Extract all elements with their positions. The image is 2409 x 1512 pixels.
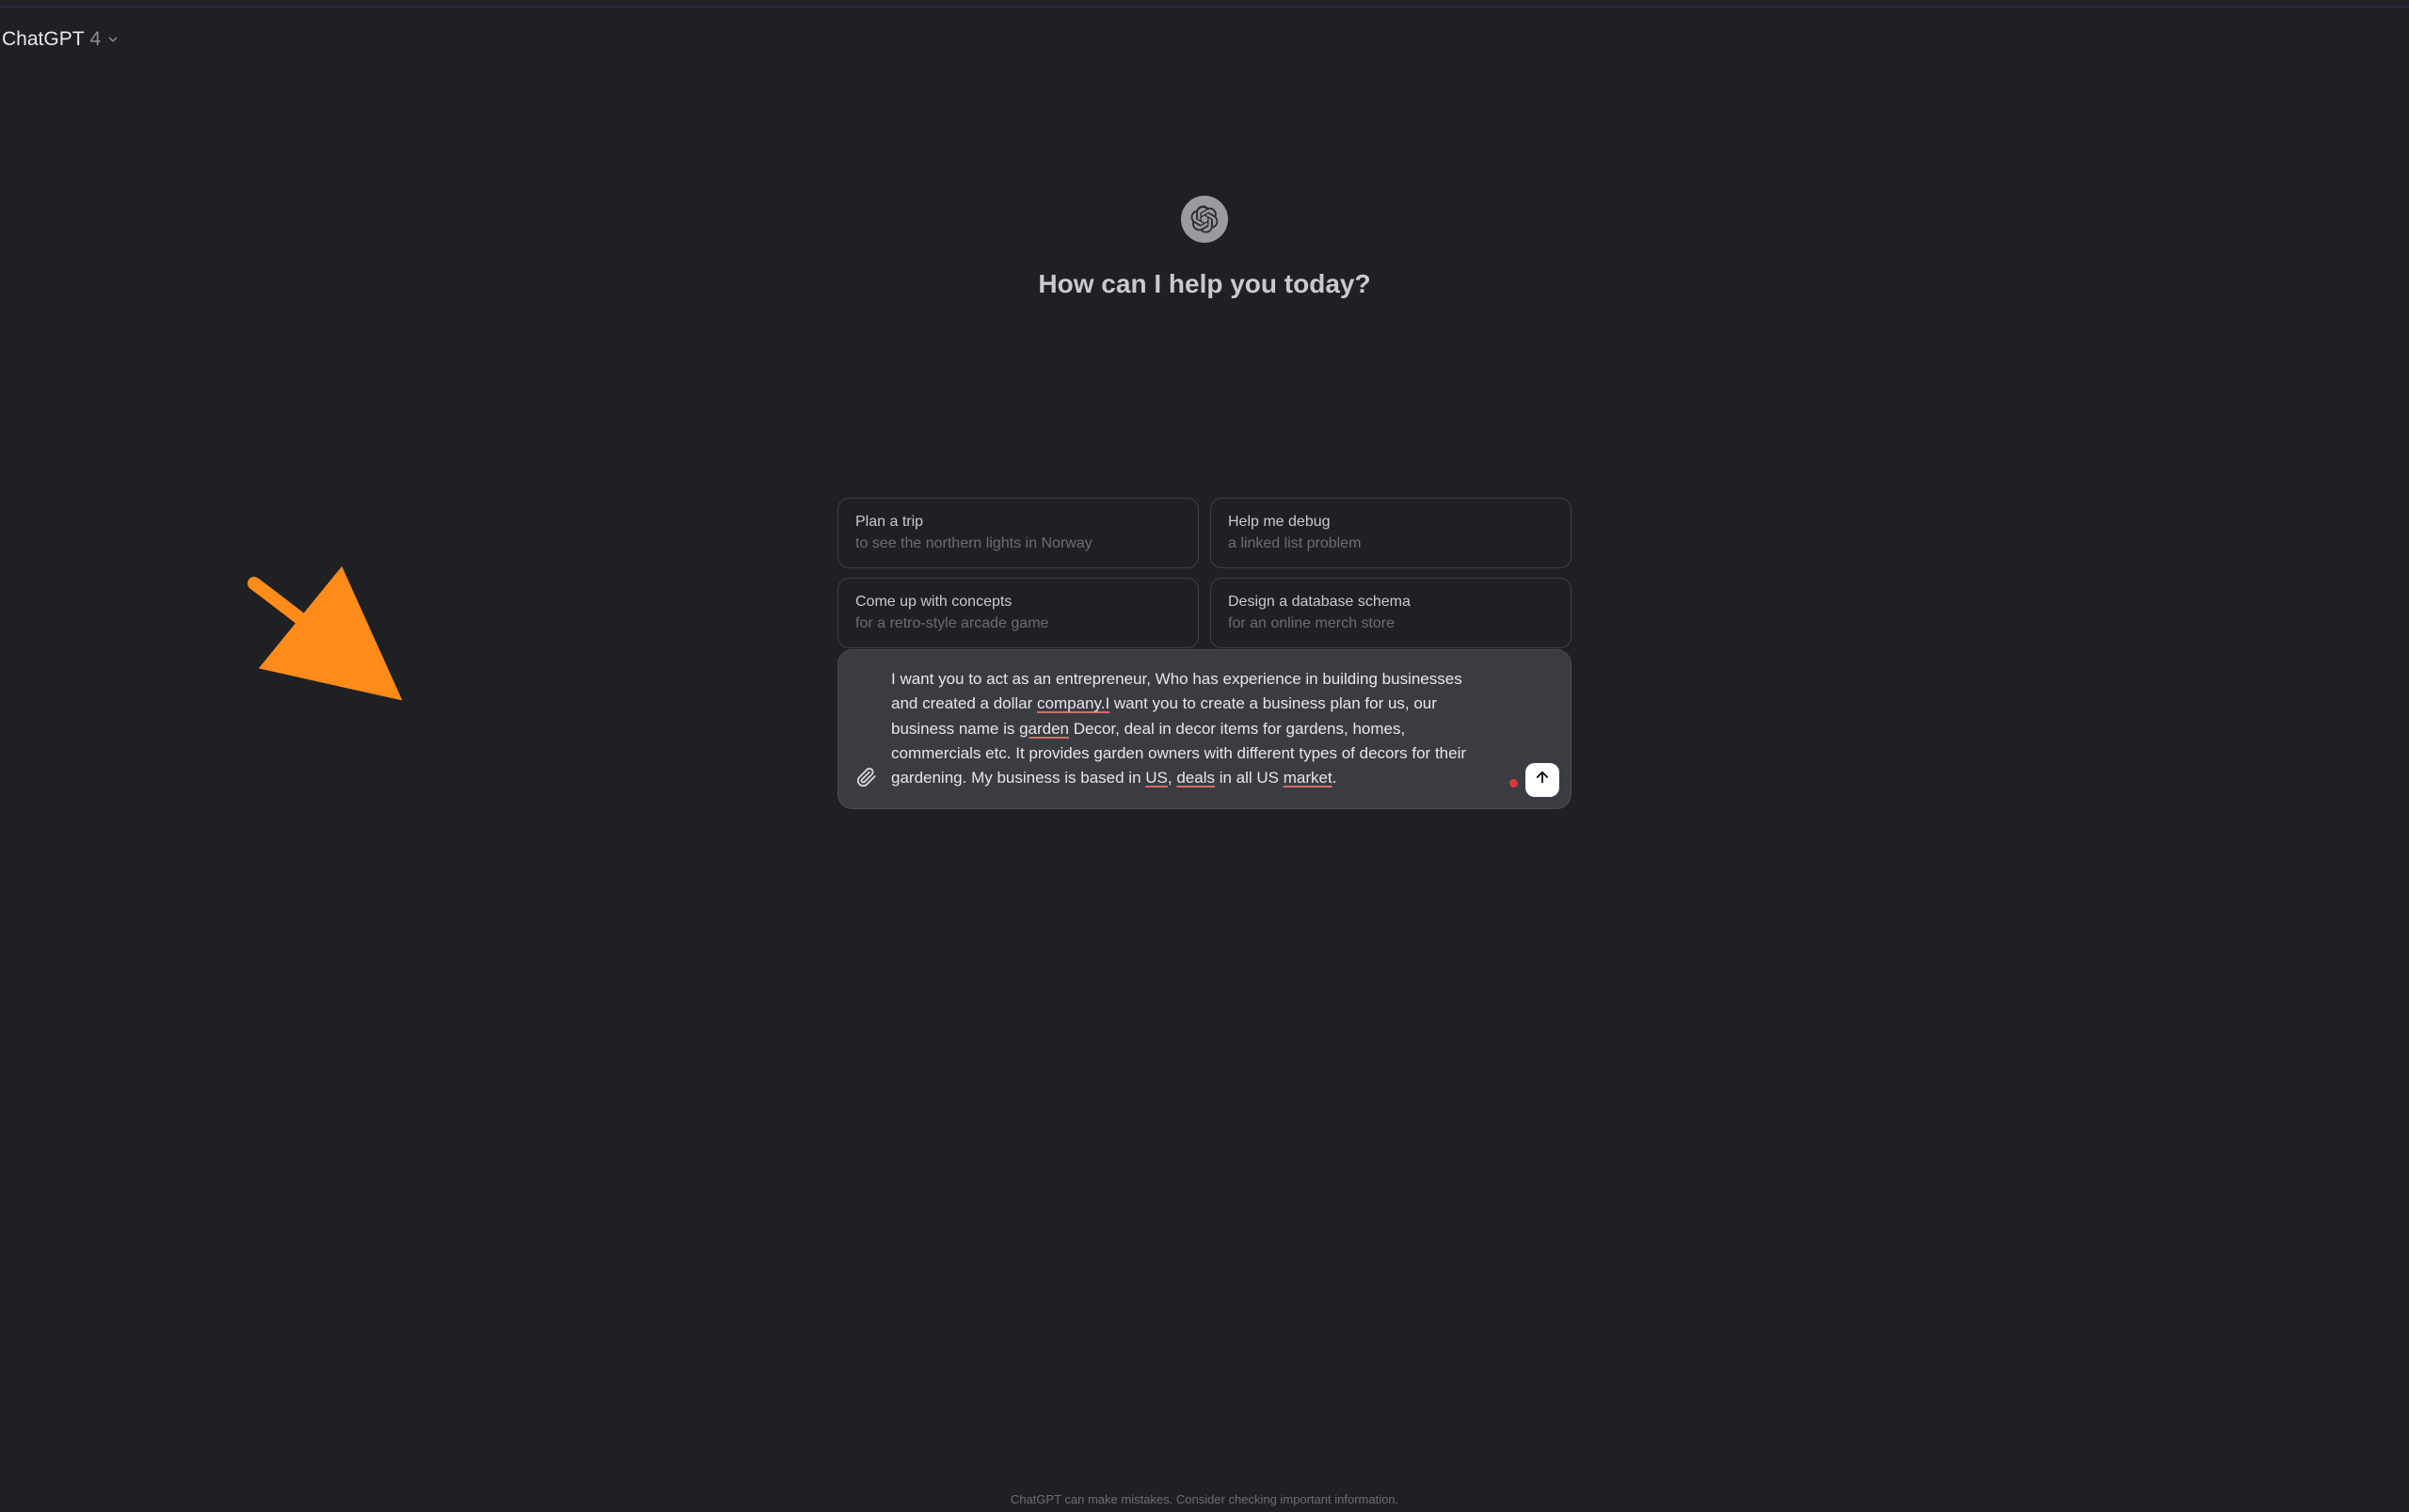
- paperclip-icon: [856, 767, 877, 792]
- prompt-text-segment: in all US: [1215, 769, 1284, 787]
- model-name: ChatGPT: [2, 28, 85, 51]
- prompt-text-segment: ,: [1168, 769, 1176, 787]
- hero-title: How can I help you today?: [1038, 269, 1370, 299]
- suggestion-title: Design a database schema: [1228, 592, 1554, 613]
- annotation-arrow-icon: [245, 574, 395, 696]
- prompt-input[interactable]: I want you to act as an entrepreneur, Wh…: [838, 649, 1571, 809]
- suggestion-card[interactable]: Help me debug a linked list problem: [1210, 498, 1571, 568]
- arrow-up-icon: [1534, 769, 1551, 790]
- spellcheck-underline: deals: [1176, 769, 1215, 787]
- send-button[interactable]: [1525, 763, 1559, 797]
- spellcheck-underline: garden: [1019, 720, 1069, 738]
- suggestion-subtitle: to see the northern lights in Norway: [855, 533, 1181, 554]
- suggestion-title: Come up with concepts: [855, 592, 1181, 613]
- hero: How can I help you today?: [0, 196, 2409, 299]
- model-selector[interactable]: ChatGPT 4: [0, 23, 129, 56]
- spellcheck-underline: US: [1145, 769, 1168, 787]
- spellcheck-underline: market: [1284, 769, 1332, 787]
- attach-button[interactable]: [852, 765, 882, 795]
- spellcheck-underline: company.I: [1037, 694, 1109, 712]
- suggestion-subtitle: for an online merch store: [1228, 613, 1554, 634]
- suggestion-grid: Plan a trip to see the northern lights i…: [838, 498, 1571, 648]
- prompt-text-segment: .: [1332, 769, 1337, 787]
- suggestion-card[interactable]: Plan a trip to see the northern lights i…: [838, 498, 1199, 568]
- chatgpt-logo-icon: [1181, 196, 1228, 243]
- window-top-accent: [0, 6, 2409, 8]
- model-version: 4: [90, 28, 102, 51]
- suggestion-title: Help me debug: [1228, 512, 1554, 533]
- prompt-text: I want you to act as an entrepreneur, Wh…: [891, 667, 1488, 791]
- suggestion-subtitle: a linked list problem: [1228, 533, 1554, 554]
- suggestion-card[interactable]: Come up with concepts for a retro-style …: [838, 578, 1199, 648]
- recording-indicator-icon: [1509, 779, 1518, 788]
- suggestion-card[interactable]: Design a database schema for an online m…: [1210, 578, 1571, 648]
- suggestion-title: Plan a trip: [855, 512, 1181, 533]
- footer-disclaimer: ChatGPT can make mistakes. Consider chec…: [0, 1492, 2409, 1506]
- suggestion-subtitle: for a retro-style arcade game: [855, 613, 1181, 634]
- chevron-down-icon: [106, 33, 120, 46]
